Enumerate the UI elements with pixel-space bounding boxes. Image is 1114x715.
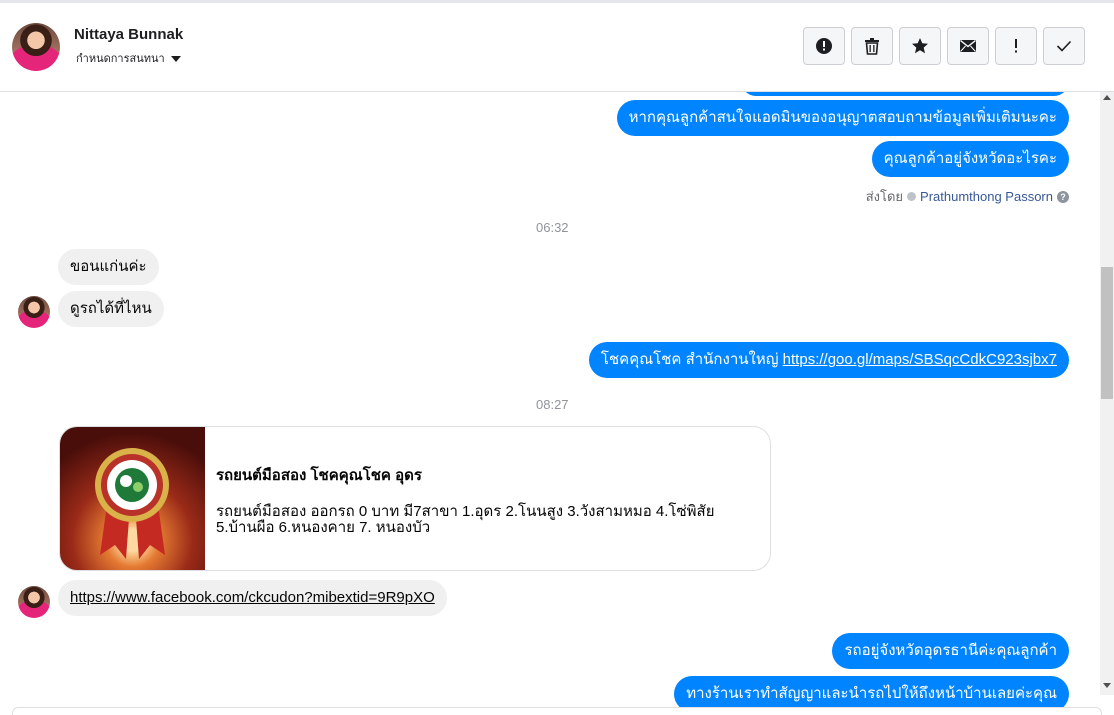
mark-unread-button[interactable] [947,27,989,65]
message-bubble-outgoing-partial[interactable] [741,92,1069,96]
verified-dot-icon [907,192,917,201]
message-bubble-incoming-link[interactable]: https://www.facebook.com/ckcudon?mibexti… [58,580,447,616]
contact-avatar-small[interactable] [18,296,50,328]
thread-scrollbar[interactable] [1100,92,1114,695]
message-composer[interactable] [12,707,1102,715]
help-question-icon[interactable]: ? [1057,190,1069,203]
facebook-link[interactable]: https://www.facebook.com/ckcudon?mibexti… [70,589,435,606]
contact-avatar-small[interactable] [18,586,50,618]
message-thread[interactable]: หากคุณลูกค้าสนใจแอดมินของอนุญาตสอบถามข้อ… [0,92,1100,707]
link-preview-card[interactable]: รถยนต์มือสอง โชคคุณโชค อุดร รถยนต์มือสอง… [59,426,771,571]
envelope-icon [960,39,976,52]
conversation-toolbar [803,27,1085,65]
timestamp: 06:32 [536,220,569,235]
message-bubble-outgoing[interactable]: รถอยู่จังหวัดอุดรธานีค่ะคุณลูกค้า [832,633,1069,669]
check-icon [1056,40,1072,52]
message-bubble-outgoing-link[interactable]: โชคคุณโชค สำนักงานใหญ่ https://goo.gl/ma… [588,342,1069,378]
link-preview-title: รถยนต์มือสอง โชคคุณโชค อุดร [216,467,422,484]
conversation-header: Nittaya Bunnak กำหนดการสนทนา [0,3,1114,92]
trash-icon [865,38,879,55]
message-bubble-incoming[interactable]: ดูรถได้ที่ไหน [58,291,164,327]
message-bubble-outgoing[interactable]: หากคุณลูกค้าสนใจแอดมินของอนุญาตสอบถามข้อ… [616,100,1069,136]
timestamp: 08:27 [536,397,569,412]
star-icon [912,38,928,54]
star-button[interactable] [899,27,941,65]
sent-by-name[interactable]: Prathumthong Passorn [920,189,1053,204]
mark-done-button[interactable] [1043,27,1085,65]
contact-avatar[interactable] [12,23,60,71]
conversation-settings-dropdown[interactable]: กำหนดการสนทนา [76,49,181,67]
conversation-settings-label: กำหนดการสนทนา [76,53,165,65]
maps-link[interactable]: https://goo.gl/maps/SBSqcCdkC923sjbx7 [783,351,1057,368]
scroll-up-arrow-icon[interactable] [1100,94,1114,104]
message-text: โชคคุณโชค สำนักงานใหญ่ [600,351,783,368]
exclamation-icon [1015,39,1017,53]
report-button[interactable] [803,27,845,65]
message-bubble-incoming[interactable]: ขอนแก่นค่ะ [58,249,159,285]
link-preview-description: รถยนต์มือสอง ออกรถ 0 บาท มี7สาขา 1.อุดร … [216,503,715,536]
link-preview-image [60,427,205,570]
exclamation-circle-icon [816,38,832,54]
message-bubble-outgoing[interactable]: ทางร้านเราทำสัญญาและนำรถไปให้ถึงหน้าบ้าน… [674,676,1069,707]
message-bubble-outgoing[interactable]: คุณลูกค้าอยู่จังหวัดอะไรคะ [871,141,1069,177]
follow-up-button[interactable] [995,27,1037,65]
scrollbar-thumb[interactable] [1101,267,1113,399]
caret-down-icon [170,55,181,62]
award-badge-icon [95,448,169,559]
inbox-conversation-view: Nittaya Bunnak กำหนดการสนทนา หากคุณลูกค้… [0,0,1114,715]
sent-by-prefix: ส่งโดย [865,189,904,204]
scroll-down-arrow-icon[interactable] [1100,683,1114,693]
sent-by-info: ส่งโดย Prathumthong Passorn ? [866,186,1069,207]
contact-name[interactable]: Nittaya Bunnak [74,26,183,43]
delete-button[interactable] [851,27,893,65]
